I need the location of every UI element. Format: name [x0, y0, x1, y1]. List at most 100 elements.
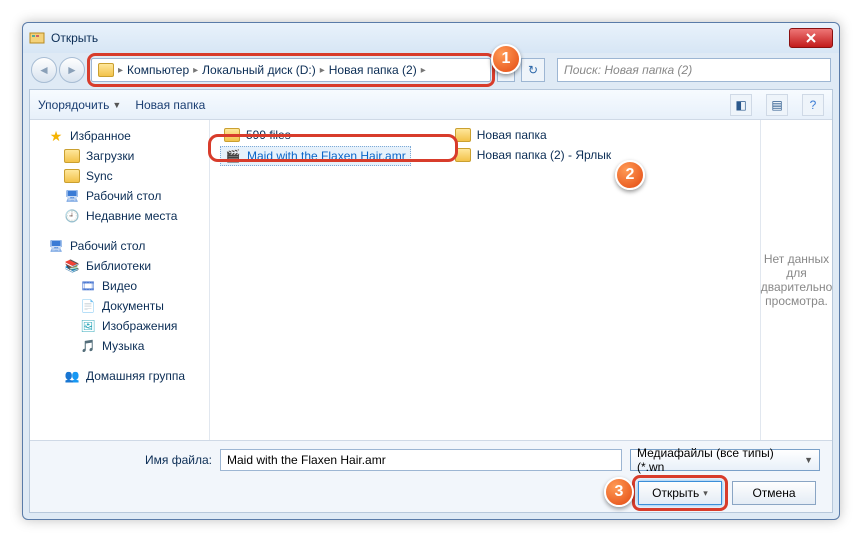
folder-icon [64, 168, 80, 184]
arrow-left-icon: ◄ [38, 63, 50, 77]
refresh-button[interactable]: ↻ [521, 58, 545, 82]
toolbar: Упорядочить ▼ Новая папка ◧ ▤ ? [30, 90, 832, 120]
folder-icon [98, 62, 114, 78]
label: Недавние места [86, 209, 177, 223]
annotation-badge-2: 2 [615, 160, 645, 190]
label: Библиотеки [86, 259, 151, 273]
app-icon [29, 30, 45, 46]
nav-forward-button[interactable]: ► [59, 57, 85, 83]
help-icon: ? [810, 98, 817, 112]
sidebar-pictures[interactable]: 🖼 Изображения [30, 316, 209, 336]
chevron-down-icon: ▾ [703, 488, 708, 499]
recent-icon: 🕘 [64, 208, 80, 224]
desktop-icon: 🖥 [64, 188, 80, 204]
sidebar-libraries[interactable]: 📚 Библиотеки [30, 256, 209, 276]
breadcrumb-disk[interactable]: Локальный диск (D:) [202, 63, 316, 77]
sidebar-sync[interactable]: Sync [30, 166, 209, 186]
dialog-window: Открыть ◄ ► ▸ Компьютер ▸ Локальный диск… [22, 22, 840, 520]
annotation-badge-1: 1 [491, 44, 521, 74]
addressbar[interactable]: ▸ Компьютер ▸ Локальный диск (D:) ▸ Нова… [91, 58, 491, 82]
chevron-right-icon: ▸ [118, 65, 123, 76]
preview-icon: ▤ [771, 98, 782, 112]
shortcut-icon [455, 147, 471, 163]
label: Изображения [102, 319, 177, 333]
chevron-right-icon: ▸ [193, 65, 198, 76]
open-button[interactable]: Открыть ▾ [638, 481, 722, 505]
new-folder-label: Новая папка [135, 98, 205, 112]
label: Домашняя группа [86, 369, 185, 383]
nav-buttons: ◄ ► [31, 57, 85, 83]
music-icon: 🎵 [80, 338, 96, 354]
dialog-footer: Имя файла: Медиафайлы (все типы) (*.wn ▼… [30, 440, 832, 512]
label: Видео [102, 279, 137, 293]
sidebar-recent[interactable]: 🕘 Недавние места [30, 206, 209, 226]
video-icon: 🎞 [80, 278, 96, 294]
chevron-down-icon: ▼ [112, 100, 121, 110]
organize-label: Упорядочить [38, 98, 109, 112]
sidebar[interactable]: ★ Избранное Загрузки Sync 🖥 Рабочий стол 🕘… [30, 120, 210, 440]
nav-row: ◄ ► ▸ Компьютер ▸ Локальный диск (D:) ▸ … [23, 53, 839, 87]
refresh-icon: ↻ [528, 63, 538, 77]
file-name: Maid with the Flaxen Hair.amr [247, 149, 406, 163]
file-type-filter[interactable]: Медиафайлы (все типы) (*.wn ▼ [630, 449, 820, 471]
sidebar-homegroup[interactable]: 👥 Домашняя группа [30, 366, 209, 386]
file-item-selected[interactable]: 🎬 Maid with the Flaxen Hair.amr [220, 146, 411, 166]
preview-text: Нет данных для дварительно просмотра. [761, 252, 832, 308]
view-icon: ◧ [735, 98, 746, 112]
search-placeholder: Поиск: Новая папка (2) [564, 63, 692, 77]
label: Документы [102, 299, 164, 313]
search-input[interactable]: Поиск: Новая папка (2) [557, 58, 831, 82]
document-icon: 📄 [80, 298, 96, 314]
file-item-folder[interactable]: 599 files [220, 126, 411, 144]
file-name: Новая папка (2) - Ярлык [477, 148, 611, 162]
label: Рабочий стол [70, 239, 145, 253]
sidebar-desktop[interactable]: 🖥 Рабочий стол [30, 186, 209, 206]
sidebar-video[interactable]: 🎞 Видео [30, 276, 209, 296]
file-item-folder[interactable]: Новая папка [451, 126, 615, 144]
close-icon [806, 33, 816, 43]
breadcrumb-computer[interactable]: Компьютер [127, 63, 189, 77]
filename-input[interactable] [220, 449, 622, 471]
nav-back-button[interactable]: ◄ [31, 57, 57, 83]
filename-label: Имя файла: [42, 453, 212, 467]
label: Рабочий стол [86, 189, 161, 203]
cancel-label: Отмена [752, 486, 795, 500]
filter-label: Медиафайлы (все типы) (*.wn [637, 446, 804, 474]
annotation-badge-3: 3 [604, 477, 634, 507]
addressbar-container: ▸ Компьютер ▸ Локальный диск (D:) ▸ Нова… [91, 58, 491, 82]
breadcrumb-folder[interactable]: Новая папка (2) [329, 63, 417, 77]
sidebar-documents[interactable]: 📄 Документы [30, 296, 209, 316]
folder-icon [64, 148, 80, 164]
window-title: Открыть [51, 31, 98, 45]
file-list[interactable]: 599 files 🎬 Maid with the Flaxen Hair.amr… [210, 120, 760, 440]
desktop-icon: 🖥 [48, 238, 64, 254]
arrow-right-icon: ► [66, 63, 78, 77]
file-name: 599 files [246, 128, 291, 142]
label: Избранное [70, 129, 131, 143]
pictures-icon: 🖼 [80, 318, 96, 334]
media-file-icon: 🎬 [225, 148, 241, 164]
chevron-right-icon: ▸ [421, 65, 426, 76]
libraries-icon: 📚 [64, 258, 80, 274]
sidebar-favorites[interactable]: ★ Избранное [30, 126, 209, 146]
preview-pane-button[interactable]: ▤ [766, 94, 788, 116]
file-item-shortcut[interactable]: Новая папка (2) - Ярлык [451, 146, 615, 164]
folder-icon [455, 127, 471, 143]
window-close-button[interactable] [789, 28, 833, 48]
file-name: Новая папка [477, 128, 547, 142]
sidebar-music[interactable]: 🎵 Музыка [30, 336, 209, 356]
label: Музыка [102, 339, 144, 353]
cancel-button[interactable]: Отмена [732, 481, 816, 505]
chevron-right-icon: ▸ [320, 65, 325, 76]
homegroup-icon: 👥 [64, 368, 80, 384]
sidebar-desktop-root[interactable]: 🖥 Рабочий стол [30, 236, 209, 256]
sidebar-downloads[interactable]: Загрузки [30, 146, 209, 166]
help-button[interactable]: ? [802, 94, 824, 116]
content-area: Упорядочить ▼ Новая папка ◧ ▤ ? ★ Избранн… [29, 89, 833, 513]
new-folder-button[interactable]: Новая папка [135, 98, 205, 112]
organize-menu[interactable]: Упорядочить ▼ [38, 98, 121, 112]
preview-pane: Нет данных для дварительно просмотра. [760, 120, 832, 440]
star-icon: ★ [48, 128, 64, 144]
chevron-down-icon: ▼ [804, 455, 813, 465]
view-options-button[interactable]: ◧ [730, 94, 752, 116]
